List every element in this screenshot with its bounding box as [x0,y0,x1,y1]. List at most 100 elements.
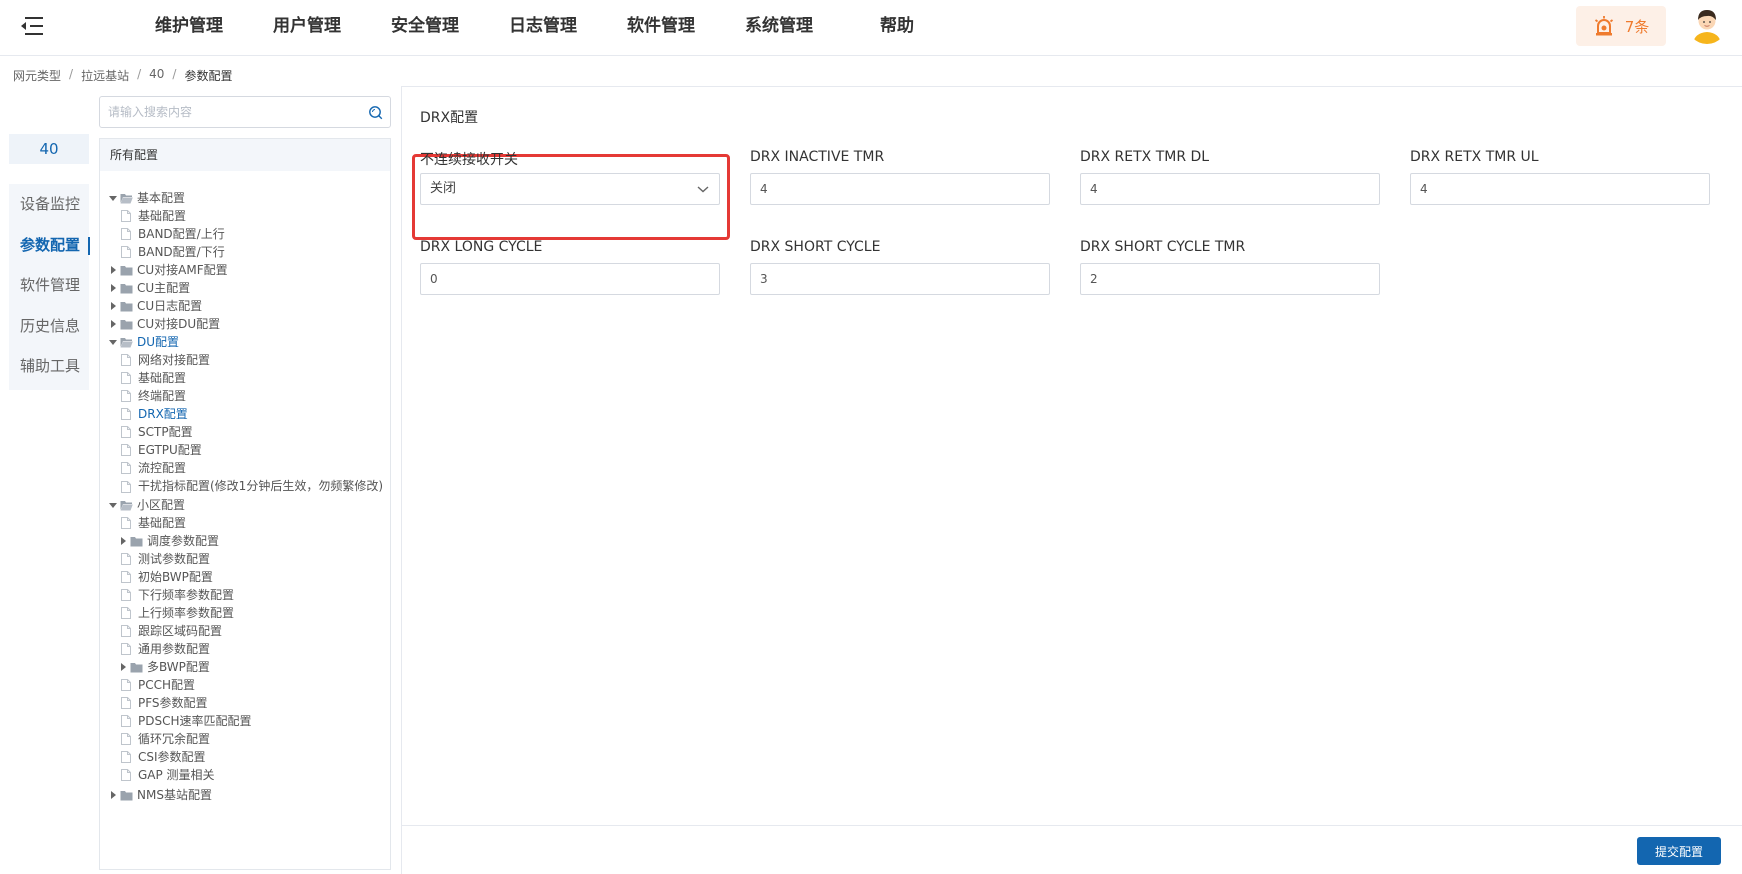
tree-file-node[interactable]: BAND配置/下行 [108,243,388,261]
tree-file-node[interactable]: 流控配置 [108,459,388,477]
tree-node-label: DU配置 [137,335,180,349]
file-icon [121,405,134,423]
tree-folder-node[interactable]: 小区配置 [108,496,388,514]
file-icon [121,207,134,225]
tree-node-label: 调度参数配置 [147,534,220,548]
file-icon [121,712,134,730]
file-icon [121,351,134,369]
breadcrumb-item[interactable]: 拉远基站 [81,67,129,84]
drx-inactive-tmr-input[interactable] [750,173,1050,205]
file-icon [121,459,134,477]
caret-right-icon[interactable] [108,261,118,279]
nav-logs[interactable]: 日志管理 [484,0,602,56]
tree-file-node[interactable]: CSI参数配置 [108,748,388,766]
nav-system[interactable]: 系统管理 [720,0,838,56]
file-icon [121,550,134,568]
caret-down-icon[interactable] [108,333,118,351]
sidebar-item-software[interactable]: 软件管理 [9,265,89,306]
tree-file-node[interactable]: 循环冗余配置 [108,730,388,748]
breadcrumb-item[interactable]: 网元类型 [13,67,61,84]
drx-short-cycle-input[interactable] [750,263,1050,295]
tree-folder-node[interactable]: CU对接DU配置 [108,315,388,333]
sidebar-item-history[interactable]: 历史信息 [9,306,89,347]
tree-node-label: 跟踪区域码配置 [138,624,223,638]
search-icon[interactable] [368,105,383,120]
caret-down-icon[interactable] [108,496,118,514]
tree-node-label: EGTPU配置 [138,443,202,457]
caret-right-icon[interactable] [108,315,118,333]
tree-file-node[interactable]: 测试参数配置 [108,550,388,568]
chevron-down-icon [697,186,709,193]
tree-file-node[interactable]: EGTPU配置 [108,441,388,459]
tree-folder-node[interactable]: 调度参数配置 [108,532,388,550]
tree-file-node[interactable]: 跟踪区域码配置 [108,622,388,640]
nav-software[interactable]: 软件管理 [602,0,720,56]
menu-collapse-icon[interactable] [18,14,44,38]
user-avatar[interactable] [1687,4,1727,44]
tree-file-node[interactable]: 干扰指标配置(修改1分钟后生效，勿频繁修改) [108,477,388,496]
sidebar-item-tools[interactable]: 辅助工具 [9,346,89,387]
nav-help[interactable]: 帮助 [838,0,956,56]
file-icon [121,694,134,712]
tree-file-node[interactable]: 基础配置 [108,514,388,532]
tree-node-label: 小区配置 [137,498,186,512]
drx-short-cycle-tmr-input[interactable] [1080,263,1380,295]
breadcrumb-current: 参数配置 [184,69,233,83]
tree-file-node[interactable]: PFS参数配置 [108,694,388,712]
file-icon [121,514,134,532]
tree-folder-node[interactable]: DU配置 [108,333,388,351]
caret-right-icon[interactable] [108,279,118,297]
nav-maintenance[interactable]: 维护管理 [130,0,248,56]
tree-file-node[interactable]: 上行频率参数配置 [108,604,388,622]
tree-folder-node[interactable]: CU日志配置 [108,297,388,315]
tree-file-node[interactable]: SCTP配置 [108,423,388,441]
drx-retx-tmr-ul-input[interactable] [1410,173,1710,205]
tree-file-node[interactable]: 初始BWP配置 [108,568,388,586]
tree-file-node[interactable]: DRX配置 [108,405,388,423]
caret-right-icon[interactable] [108,297,118,315]
tree-file-node[interactable]: PCCH配置 [108,676,388,694]
file-icon [121,604,134,622]
tree-folder-node[interactable]: CU对接AMF配置 [108,261,388,279]
drx-retx-tmr-dl-input[interactable] [1080,173,1380,205]
caret-right-icon[interactable] [118,658,128,676]
drx-long-cycle-input[interactable] [420,263,720,295]
tree-folder-node[interactable]: NMS基站配置 [108,786,388,804]
tree-node-label: 循环冗余配置 [138,732,211,746]
tree-file-node[interactable]: 通用参数配置 [108,640,388,658]
tree-file-node[interactable]: 基础配置 [108,207,388,225]
tree-file-node[interactable]: GAP 测量相关 [108,766,388,784]
caret-right-icon[interactable] [118,532,128,550]
tree-node-label: DRX配置 [138,407,188,421]
breadcrumb-item[interactable]: 40 [149,67,164,84]
field-label-drx-long-cycle: DRX LONG CYCLE [420,239,543,255]
sidebar-item-device-monitor[interactable]: 设备监控 [9,184,89,225]
field-label-drx-switch: 不连续接收开关 [420,152,518,168]
tree-folder-node[interactable]: 基本配置 [108,189,388,207]
submit-config-button[interactable]: 提交配置 [1637,837,1721,865]
network-element-label: 40 [9,134,89,164]
tree-node-label: CSI参数配置 [138,750,206,764]
tree-file-node[interactable]: BAND配置/上行 [108,225,388,243]
field-label-drx-short-cycle: DRX SHORT CYCLE [750,239,881,255]
tree-file-node[interactable]: 网络对接配置 [108,351,388,369]
tree-file-node[interactable]: PDSCH速率匹配配置 [108,712,388,730]
drx-switch-select[interactable]: 关闭 [420,173,720,205]
tree-search-input[interactable] [108,97,356,127]
alarm-button[interactable]: 7条 [1576,6,1666,46]
tree-file-node[interactable]: 下行频率参数配置 [108,586,388,604]
tree-root-title[interactable]: 所有配置 [100,139,390,171]
tree-node-label: CU日志配置 [137,299,203,313]
caret-right-icon[interactable] [108,786,118,804]
tree-file-node[interactable]: 终端配置 [108,387,388,405]
field-label-drx-inactive-tmr: DRX INACTIVE TMR [750,149,885,165]
tree-file-node[interactable]: 基础配置 [108,369,388,387]
tree-folder-node[interactable]: CU主配置 [108,279,388,297]
sidebar-item-parameter-config[interactable]: 参数配置 [9,225,90,266]
caret-down-icon[interactable] [108,189,118,207]
file-icon [121,730,134,748]
file-icon [121,441,134,459]
tree-folder-node[interactable]: 多BWP配置 [108,658,388,676]
nav-users[interactable]: 用户管理 [248,0,366,56]
nav-security[interactable]: 安全管理 [366,0,484,56]
